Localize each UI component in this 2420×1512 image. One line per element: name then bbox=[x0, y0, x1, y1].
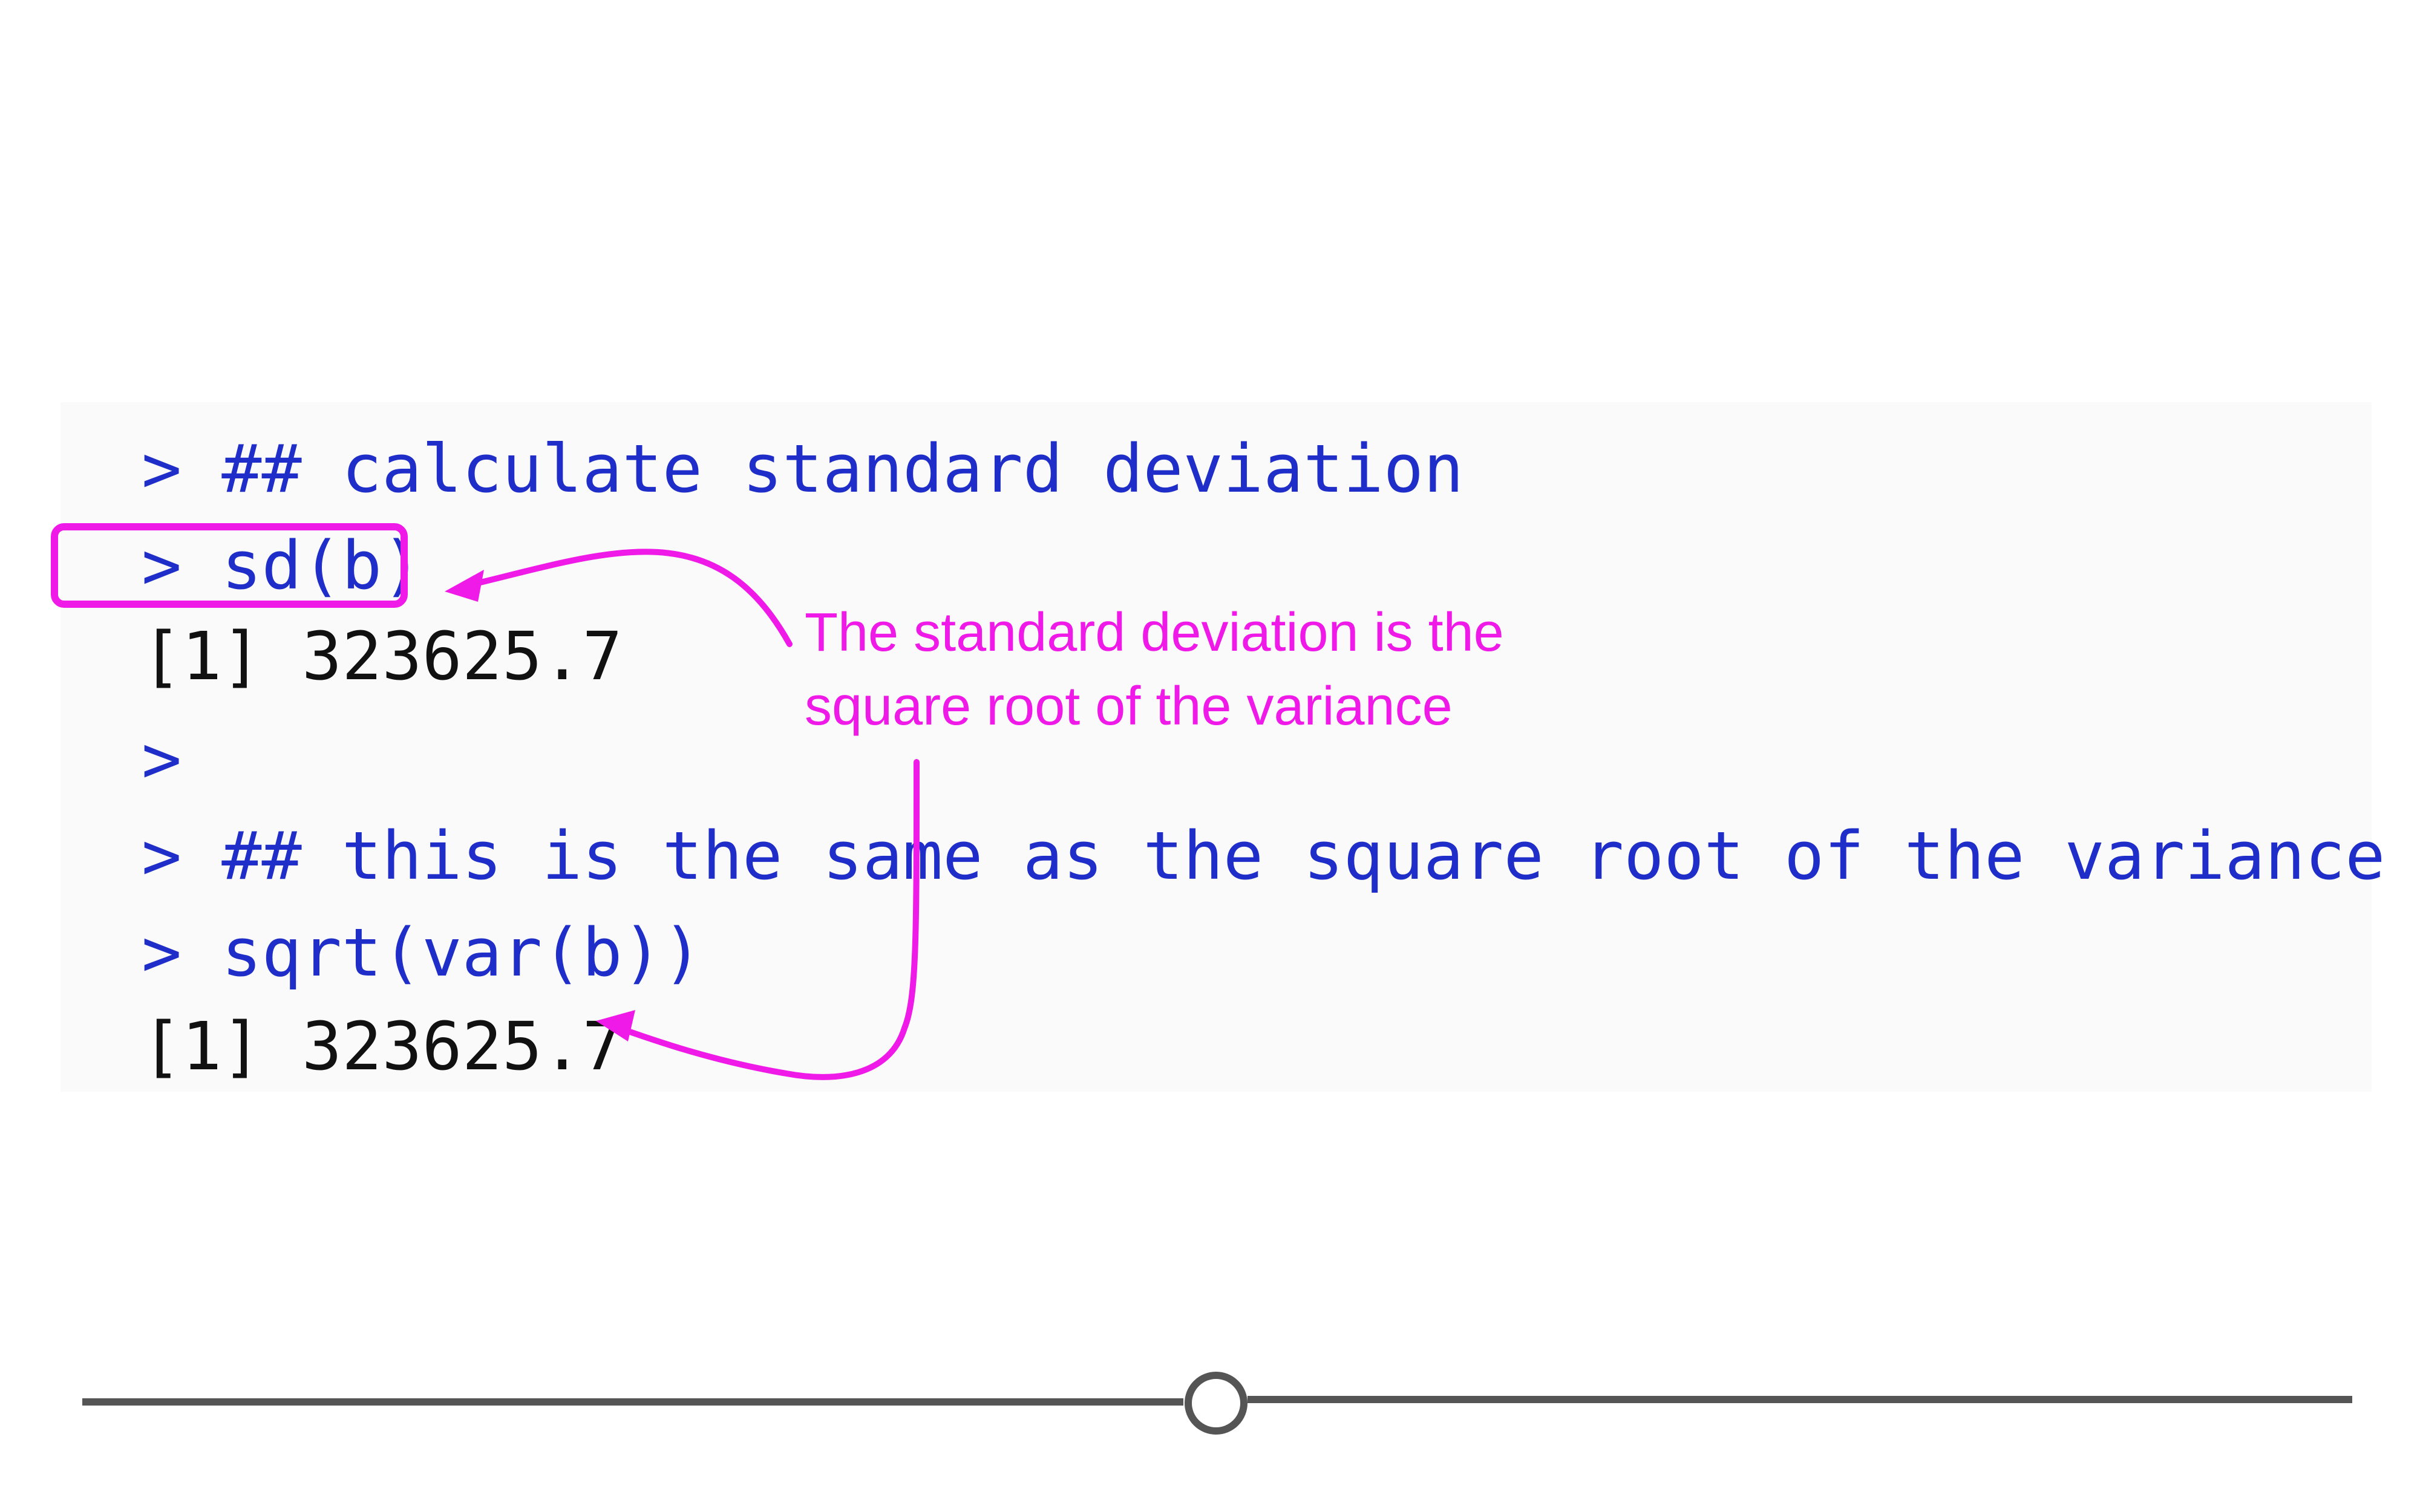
slide: > ## calculate standard deviation > sd(b) … bbox=[0, 0, 2420, 1512]
arrowhead-sqrt bbox=[596, 1010, 635, 1041]
slider-track-left bbox=[82, 1398, 1183, 1406]
annotation-arrows bbox=[445, 549, 920, 1080]
slider-thumb[interactable] bbox=[1185, 1372, 1248, 1435]
slider-track-right bbox=[1248, 1396, 2352, 1403]
arrow-to-sd bbox=[460, 549, 793, 647]
arrowhead-sd bbox=[445, 570, 484, 602]
arrow-to-sqrt bbox=[608, 759, 920, 1080]
